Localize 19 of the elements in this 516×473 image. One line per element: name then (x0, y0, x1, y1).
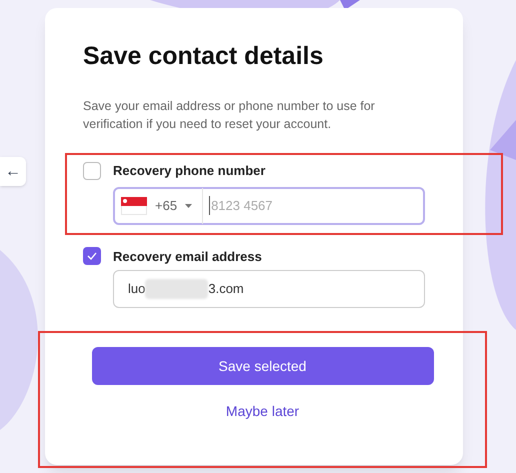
maybe-later-link[interactable]: Maybe later (226, 401, 300, 422)
back-button[interactable]: ← (0, 157, 26, 186)
phone-field[interactable]: +65 8123 4567 (113, 186, 425, 224)
checkbox[interactable] (83, 247, 101, 266)
background-swirl (340, 0, 360, 10)
option-label: Recovery email address (113, 248, 262, 266)
caret-icon (185, 204, 192, 208)
dialog-description: Save your email address or phone number to use for verification if you need to reset your account. (83, 98, 376, 133)
check-icon (87, 252, 97, 260)
email-field[interactable]: luo 3.com (113, 270, 425, 308)
option-label: Recovery phone number (113, 162, 266, 180)
email-value-start: luo (128, 280, 146, 298)
flag-icon (121, 196, 147, 214)
save-button[interactable]: Save selected (92, 347, 434, 385)
email-value-end: 3.com (208, 280, 244, 298)
phone-number-input[interactable]: 8123 4567 (209, 196, 423, 216)
checkbox[interactable] (83, 162, 101, 180)
country-code[interactable]: +65 (155, 196, 178, 216)
dialog-title: Save contact details (83, 41, 324, 71)
